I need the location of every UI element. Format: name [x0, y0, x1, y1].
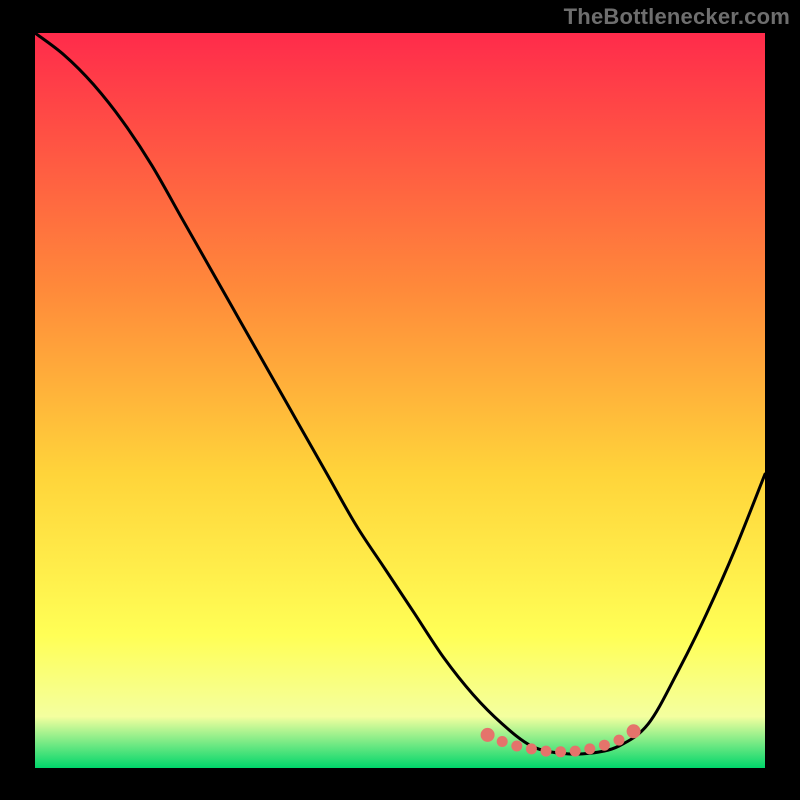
sweet-spot-dot — [497, 736, 508, 747]
sweet-spot-dot — [541, 746, 552, 757]
sweet-spot-dot — [481, 728, 495, 742]
sweet-spot-dot — [614, 735, 625, 746]
chart-svg — [35, 33, 765, 768]
chart-frame: TheBottlenecker.com — [0, 0, 800, 800]
attribution-text: TheBottlenecker.com — [564, 4, 790, 30]
sweet-spot-dot — [555, 746, 566, 757]
sweet-spot-dot — [511, 741, 522, 752]
plot-area — [35, 33, 765, 768]
gradient-background — [35, 33, 765, 768]
sweet-spot-dot — [599, 740, 610, 751]
sweet-spot-dot — [526, 743, 537, 754]
sweet-spot-dot — [584, 743, 595, 754]
sweet-spot-dot — [570, 746, 581, 757]
sweet-spot-dot — [627, 724, 641, 738]
